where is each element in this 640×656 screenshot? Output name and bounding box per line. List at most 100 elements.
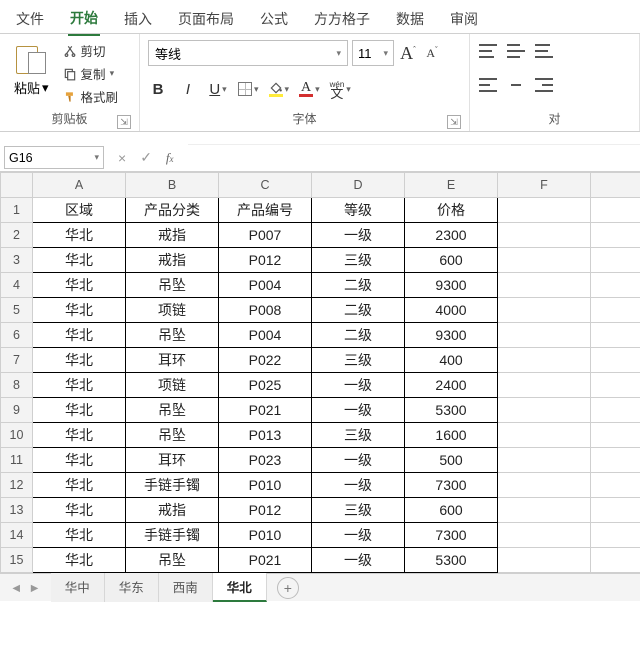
cell[interactable] [591,473,640,498]
cell[interactable]: P022 [219,348,312,373]
cell[interactable]: 区域 [33,198,126,223]
cell[interactable]: 500 [405,448,498,473]
cell[interactable]: 三级 [312,348,405,373]
cell[interactable]: 华北 [33,448,126,473]
bold-button[interactable]: B [148,78,168,100]
row-header[interactable]: 13 [1,498,33,523]
cell[interactable] [591,248,640,273]
row-header[interactable]: 7 [1,348,33,373]
align-top-button[interactable] [478,40,498,62]
sheet-tab[interactable]: 华东 [105,573,159,602]
fill-color-button[interactable]: ▾ [269,78,290,100]
cell[interactable]: 华北 [33,473,126,498]
cell[interactable]: 一级 [312,398,405,423]
cell[interactable]: 2300 [405,223,498,248]
cell[interactable]: 5300 [405,548,498,573]
cell[interactable]: 二级 [312,298,405,323]
cell[interactable]: P004 [219,323,312,348]
tab-page-layout[interactable]: 页面布局 [176,5,236,35]
cell[interactable]: 戒指 [126,498,219,523]
cell[interactable]: P023 [219,448,312,473]
cell[interactable]: P008 [219,298,312,323]
cell[interactable]: 吊坠 [126,423,219,448]
cell[interactable] [498,548,591,573]
cell[interactable]: 戒指 [126,248,219,273]
align-left-button[interactable] [478,74,498,96]
cell[interactable]: P012 [219,248,312,273]
cell[interactable]: 华北 [33,548,126,573]
cell[interactable]: 华北 [33,298,126,323]
cell[interactable] [498,198,591,223]
cell[interactable]: 9300 [405,273,498,298]
tab-insert[interactable]: 插入 [122,5,154,35]
cell[interactable]: 5300 [405,398,498,423]
confirm-formula-button[interactable]: ✓ [140,149,152,166]
borders-button[interactable]: ▾ [238,78,259,100]
cell[interactable]: 华北 [33,423,126,448]
col-header-C[interactable]: C [219,173,312,198]
cell[interactable]: 吊坠 [126,323,219,348]
col-header-F[interactable]: F [498,173,591,198]
cell[interactable]: 吊坠 [126,548,219,573]
cell[interactable]: 三级 [312,498,405,523]
cell[interactable]: 产品编号 [219,198,312,223]
row-header[interactable]: 12 [1,473,33,498]
cell[interactable]: 价格 [405,198,498,223]
col-header-B[interactable]: B [126,173,219,198]
tab-home[interactable]: 开始 [68,4,100,36]
cell[interactable]: P025 [219,373,312,398]
align-bottom-button[interactable] [534,40,554,62]
align-right-button[interactable] [534,74,554,96]
row-header[interactable]: 11 [1,448,33,473]
row-header[interactable]: 9 [1,398,33,423]
cell[interactable]: 一级 [312,223,405,248]
cell[interactable]: 华北 [33,273,126,298]
cell[interactable]: 二级 [312,273,405,298]
cell[interactable]: 二级 [312,323,405,348]
cell[interactable]: 吊坠 [126,273,219,298]
cell[interactable] [591,498,640,523]
cell[interactable]: 华北 [33,223,126,248]
cell[interactable]: 400 [405,348,498,373]
cancel-formula-button[interactable]: × [118,150,126,166]
cell[interactable]: 7300 [405,473,498,498]
row-header[interactable]: 1 [1,198,33,223]
row-header[interactable]: 5 [1,298,33,323]
row-header[interactable]: 10 [1,423,33,448]
cell[interactable]: P013 [219,423,312,448]
sheet-nav-prev[interactable]: ◄ [10,581,22,595]
row-header[interactable]: 3 [1,248,33,273]
cell[interactable]: 华北 [33,398,126,423]
cell[interactable] [498,223,591,248]
tab-review[interactable]: 审阅 [448,5,480,35]
cell[interactable]: 7300 [405,523,498,548]
row-header[interactable]: 4 [1,273,33,298]
font-dialog-launcher[interactable]: ⇲ [447,115,461,129]
cell[interactable] [498,248,591,273]
tab-file[interactable]: 文件 [14,5,46,35]
cell[interactable]: 手链手镯 [126,523,219,548]
cell[interactable]: P007 [219,223,312,248]
cell[interactable] [498,423,591,448]
cell[interactable] [498,448,591,473]
cell[interactable]: P010 [219,473,312,498]
sheet-tab[interactable]: 西南 [159,573,213,602]
cell[interactable] [591,548,640,573]
increase-font-button[interactable]: Aˆ [398,42,418,64]
row-header[interactable]: 15 [1,548,33,573]
cell[interactable] [498,498,591,523]
cell[interactable]: 耳环 [126,348,219,373]
col-header-G[interactable] [591,173,640,198]
cell[interactable]: 华北 [33,523,126,548]
cell[interactable] [591,198,640,223]
cell[interactable]: 华北 [33,248,126,273]
cell[interactable]: 一级 [312,448,405,473]
sheet-tab[interactable]: 华北 [213,573,267,602]
cell[interactable] [591,423,640,448]
cell[interactable] [498,398,591,423]
cell[interactable]: 产品分类 [126,198,219,223]
cell[interactable] [498,298,591,323]
font-color-button[interactable]: A ▾ [299,78,320,100]
cell[interactable]: P004 [219,273,312,298]
underline-button[interactable]: U ▾ [208,78,228,100]
